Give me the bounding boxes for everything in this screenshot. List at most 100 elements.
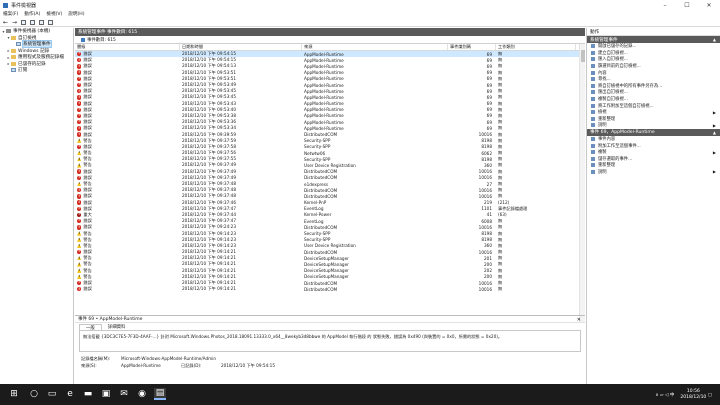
scroll-thumb[interactable] bbox=[581, 50, 585, 62]
tree-item[interactable]: 訂閱 bbox=[0, 67, 73, 74]
table-row[interactable]: ! 錯誤 2018/12/10 下午 09:37:49 DistributedCOM 1… bbox=[75, 175, 585, 181]
table-row[interactable]: ! 警告 2018/12/10 下午 09:37:49 User Device Reg… bbox=[75, 162, 585, 168]
action-item[interactable]: 說明 ▶ bbox=[587, 122, 720, 129]
table-row[interactable]: ! 錯誤 2018/12/10 下午 09:14:21 DistributedCOM 1… bbox=[75, 280, 585, 286]
mail-icon[interactable]: ✉ bbox=[118, 388, 130, 400]
action-item[interactable]: 檢視 ▶ bbox=[587, 109, 720, 116]
table-row[interactable]: ! 錯誤 2018/12/10 下午 09:37:58 Security-SPP 819… bbox=[75, 144, 585, 150]
action-item[interactable]: 尋找... bbox=[587, 76, 720, 83]
table-row[interactable]: ! 錯誤 2018/12/10 下午 09:53:34 AppModel-Runtim… bbox=[75, 125, 585, 131]
table-row[interactable]: ! 錯誤 2018/12/10 下午 09:53:43 AppModel-Runtim… bbox=[75, 101, 585, 107]
table-row[interactable]: ! 重大 2018/12/10 下午 09:37:44 Kernel-Power 41(… bbox=[75, 212, 585, 218]
table-row[interactable]: ! 錯誤 2018/12/10 下午 09:14:21 DistributedCOM 1… bbox=[75, 249, 585, 255]
action-item[interactable]: 將工作附加至這個自訂檢視... bbox=[587, 102, 720, 109]
action-item[interactable]: 建立自訂檢視... bbox=[587, 50, 720, 57]
table-row[interactable]: ! 錯誤 2018/12/10 下午 09:53:36 AppModel-Runtim… bbox=[75, 119, 585, 125]
table-row[interactable]: ! 錯誤 2018/12/10 下午 09:54:15 AppModel-Runtim… bbox=[75, 57, 585, 63]
action-item[interactable]: 儲存選取的事件... bbox=[587, 156, 720, 163]
table-row[interactable]: ! 錯誤 2018/12/10 下午 09:53:40 AppModel-Runtim… bbox=[75, 107, 585, 113]
col-task-category[interactable]: 工作類別 bbox=[496, 44, 576, 50]
menu-view[interactable]: 檢視(V) bbox=[46, 11, 62, 17]
table-row[interactable]: ! 錯誤 2018/12/10 下午 09:37:47 EventLog 1101 事件記… bbox=[75, 206, 585, 212]
table-row[interactable]: ! 錯誤 2018/12/10 下午 09:53:51 AppModel-Runtim… bbox=[75, 76, 585, 82]
table-row[interactable]: ! 警告 2018/12/10 下午 09:14:23 User Device Reg… bbox=[75, 243, 585, 249]
table-row[interactable]: ! 錯誤 2018/12/10 下午 09:53:45 AppModel-Runtim… bbox=[75, 94, 585, 100]
events-scrollbar[interactable] bbox=[579, 44, 585, 323]
chrome-icon[interactable]: ◉ bbox=[136, 388, 148, 400]
table-row[interactable]: ! 警告 2018/12/10 下午 09:14:23 Security-SPP 819… bbox=[75, 237, 585, 243]
action-item[interactable]: 內容 bbox=[587, 69, 720, 76]
chevron-up-icon[interactable]: ∧ bbox=[655, 393, 658, 398]
col-date[interactable]: 日期和時間 bbox=[180, 44, 302, 50]
input-language[interactable]: 中 bbox=[670, 392, 675, 398]
table-row[interactable]: ! 錯誤 2018/12/10 下午 09:53:45 AppModel-Runtim… bbox=[75, 88, 585, 94]
minimize-button[interactable]: – bbox=[654, 0, 676, 10]
col-event-id[interactable]: 事件識別碼 bbox=[448, 44, 496, 50]
action-item[interactable]: 匯入自訂檢視... bbox=[587, 56, 720, 63]
actions-section-event[interactable]: 事件 69，AppModel-Runtime ▲ bbox=[587, 128, 720, 136]
table-row[interactable]: ! 錯誤 2018/12/10 下午 09:39:59 DistributedCOM 1… bbox=[75, 131, 585, 137]
clock[interactable]: 10:56 2018/12/10 bbox=[680, 389, 706, 401]
store-icon[interactable]: ▣ bbox=[100, 388, 112, 400]
table-row[interactable]: ! 錯誤 2018/12/10 下午 09:54:15 AppModel-Runtim… bbox=[75, 51, 585, 58]
action-item[interactable]: 複製自訂檢視... bbox=[587, 96, 720, 103]
table-row[interactable]: ! 錯誤 2018/12/10 下午 09:37:47 EventLog 6008 無 bbox=[75, 218, 585, 224]
action-item[interactable]: 開啟已儲存的記錄... bbox=[587, 43, 720, 50]
table-row[interactable]: ! 錯誤 2018/12/10 下午 09:37:48 DistributedCOM 1… bbox=[75, 187, 585, 193]
action-item[interactable]: 重新整理 bbox=[587, 116, 720, 123]
actions-section-view[interactable]: 系統管理事件 ▲ bbox=[587, 36, 720, 43]
table-row[interactable]: ! 錯誤 2018/12/10 下午 09:37:49 DistributedCOM 1… bbox=[75, 169, 585, 175]
table-row[interactable]: ! 錯誤 2018/12/10 下午 09:24:23 DistributedCOM 1… bbox=[75, 224, 585, 230]
table-row[interactable]: ! 警告 2018/12/10 下午 09:14:21 DeviceSetupMana… bbox=[75, 255, 585, 261]
action-item[interactable]: 篩選目前的自訂檢視... bbox=[587, 63, 720, 70]
event-viewer-taskbar-icon[interactable]: ▤ bbox=[154, 388, 166, 400]
table-row[interactable]: ! 警告 2018/12/10 下午 09:37:56 Netwtw06 6062 無 bbox=[75, 150, 585, 156]
table-row[interactable]: ! 錯誤 2018/12/10 下午 09:14:21 DistributedCOM 1… bbox=[75, 286, 585, 292]
volume-icon[interactable]: ◁ bbox=[665, 393, 668, 398]
search-icon[interactable]: ○ bbox=[28, 388, 40, 400]
table-row[interactable]: ! 警告 2018/12/10 下午 09:37:48 e1dexpress 27 無 bbox=[75, 181, 585, 187]
properties-icon[interactable] bbox=[47, 19, 54, 26]
action-item[interactable]: 說明 ▶ bbox=[587, 169, 720, 176]
help-icon[interactable] bbox=[38, 19, 45, 26]
forward-icon[interactable]: → bbox=[11, 19, 18, 26]
table-row[interactable]: ! 警告 2018/12/10 下午 09:37:55 Security-SPP 819… bbox=[75, 156, 585, 162]
menu-help[interactable]: 說明(H) bbox=[68, 11, 84, 17]
file-explorer-icon[interactable]: ▬ bbox=[82, 388, 94, 400]
table-row[interactable]: ! 錯誤 2018/12/10 下午 09:53:38 AppModel-Runtim… bbox=[75, 113, 585, 119]
table-row[interactable]: ! 錯誤 2018/12/10 下午 09:37:48 DistributedCOM 1… bbox=[75, 193, 585, 199]
table-row[interactable]: ! 警告 2018/12/10 下午 09:37:59 Security-SPP 819… bbox=[75, 138, 585, 144]
start-icon[interactable]: ⊞ bbox=[8, 388, 20, 400]
maximize-button[interactable]: ☐ bbox=[676, 0, 698, 10]
action-item[interactable]: 附加工作至這個事件... bbox=[587, 142, 720, 149]
table-row[interactable]: ! 錯誤 2018/12/10 下午 09:53:51 AppModel-Runtim… bbox=[75, 70, 585, 76]
show-tree-icon[interactable] bbox=[29, 19, 36, 26]
notifications-icon[interactable]: ▢ bbox=[708, 393, 712, 398]
table-row[interactable]: ! 警告 2018/12/10 下午 09:14:21 DeviceSetupMana… bbox=[75, 268, 585, 274]
close-button[interactable]: ✕ bbox=[698, 0, 720, 10]
action-item[interactable]: 事件內容 bbox=[587, 136, 720, 143]
action-item[interactable]: 重新整理 bbox=[587, 162, 720, 169]
action-item[interactable]: 將自訂檢視中的所有事件另存為... bbox=[587, 83, 720, 90]
close-icon[interactable]: ✕ bbox=[577, 317, 581, 323]
back-icon[interactable]: ← bbox=[2, 19, 9, 26]
menu-file[interactable]: 檔案(F) bbox=[3, 11, 18, 17]
table-row[interactable]: ! 錯誤 2018/12/10 下午 09:53:49 AppModel-Runtim… bbox=[75, 82, 585, 88]
table-row[interactable]: ! 警告 2018/12/10 下午 09:14:21 DeviceSetupMana… bbox=[75, 274, 585, 280]
menu-action[interactable]: 動作(A) bbox=[24, 11, 40, 17]
table-row[interactable]: ! 警告 2018/12/10 下午 09:14:21 DeviceSetupMana… bbox=[75, 261, 585, 267]
table-row[interactable]: ! 錯誤 2018/12/10 下午 09:54:13 AppModel-Runtim… bbox=[75, 63, 585, 69]
table-row[interactable]: ! 錯誤 2018/12/10 下午 09:37:46 Kernel-PnP 219 (2… bbox=[75, 200, 585, 206]
col-source[interactable]: 來源 bbox=[302, 44, 448, 50]
action-item[interactable]: 複製 ▶ bbox=[587, 149, 720, 156]
tab-general[interactable]: 一般 bbox=[79, 324, 102, 331]
col-level[interactable]: 層級 bbox=[75, 44, 180, 50]
source-cell: DeviceSetupManager bbox=[304, 261, 349, 267]
network-icon[interactable]: ▱ bbox=[660, 393, 663, 398]
edge-icon[interactable]: e bbox=[64, 388, 76, 400]
action-item[interactable]: 匯出自訂檢視... bbox=[587, 89, 720, 96]
up-folder-icon[interactable] bbox=[20, 19, 27, 26]
task-view-icon[interactable]: ▭ bbox=[46, 388, 58, 400]
table-row[interactable]: ! 警告 2018/12/10 下午 09:14:23 Security-SPP 819… bbox=[75, 230, 585, 236]
tab-details[interactable]: 詳細資料 bbox=[102, 324, 132, 330]
